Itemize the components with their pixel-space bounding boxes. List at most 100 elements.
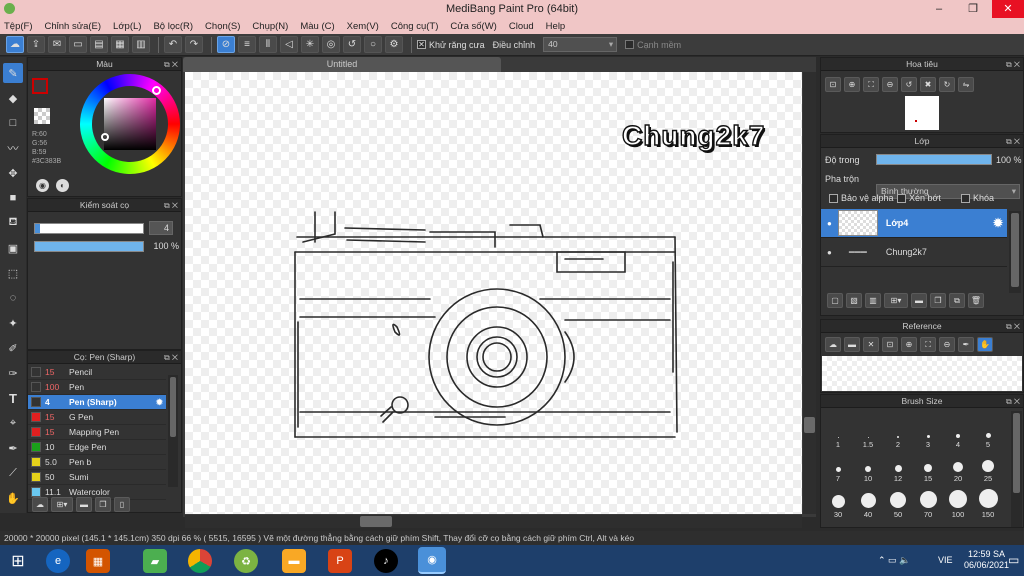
select-tool-icon[interactable]: ⬚ bbox=[3, 263, 23, 283]
select-pen-icon[interactable]: ✐ bbox=[3, 338, 23, 358]
transparent-color-swatch[interactable] bbox=[34, 108, 50, 124]
comment-icon[interactable]: ✉ bbox=[48, 36, 66, 53]
brush-cloud-icon[interactable]: ☁ bbox=[32, 497, 48, 512]
brush-size-option[interactable]: 70 bbox=[913, 483, 943, 519]
menu-tools[interactable]: Công cụ(T) bbox=[391, 21, 439, 32]
pages-icon[interactable]: ▦ bbox=[111, 36, 129, 53]
antialias-checkbox[interactable]: ✕ bbox=[417, 40, 426, 49]
panel-float-close-icon[interactable]: ⧉ ✕ bbox=[1006, 135, 1020, 148]
fill-tool-icon[interactable]: ⛾ bbox=[3, 213, 23, 233]
navigator-preview[interactable] bbox=[905, 96, 939, 130]
maximize-button[interactable]: ❐ bbox=[958, 0, 988, 18]
brush-size-option[interactable]: 7 bbox=[823, 449, 853, 483]
brush-item-sumi[interactable]: 50 Sumi bbox=[28, 470, 166, 485]
scroll-thumb[interactable] bbox=[804, 417, 815, 433]
close-button[interactable]: ✕ bbox=[992, 0, 1024, 18]
cloud-import-icon[interactable]: ☁ bbox=[825, 337, 841, 352]
reference-preview[interactable] bbox=[822, 356, 1022, 391]
rotate-left-icon[interactable]: ↺ bbox=[901, 77, 917, 92]
brush-tool-icon[interactable]: ✎ bbox=[3, 63, 23, 83]
scroll-thumb[interactable] bbox=[1011, 213, 1019, 287]
gradient-tool-icon[interactable]: ▣ bbox=[3, 238, 23, 258]
add-brush-icon[interactable]: ⊞▾ bbox=[51, 497, 73, 512]
clipping-option[interactable]: Xén bớt bbox=[897, 193, 941, 203]
shape-tool-icon[interactable]: ■ bbox=[3, 188, 23, 208]
cloud-icon[interactable]: ☁ bbox=[6, 36, 24, 53]
zoom-in-icon[interactable]: ⊕ bbox=[844, 77, 860, 92]
app-icon[interactable]: ♻ bbox=[234, 549, 258, 573]
hand-tool-icon[interactable]: ✋ bbox=[3, 488, 23, 508]
menu-file[interactable]: Tệp(F) bbox=[4, 21, 33, 32]
brush-list-scrollbar[interactable] bbox=[168, 375, 178, 487]
divide-tool-icon[interactable]: ⌖ bbox=[3, 413, 23, 433]
minimize-button[interactable]: – bbox=[924, 0, 954, 18]
brush-size-option[interactable]: 25 bbox=[973, 449, 1003, 483]
document-icon[interactable]: ▥ bbox=[132, 36, 150, 53]
brush-size-option[interactable]: 4 bbox=[943, 411, 973, 449]
panel-float-close-icon[interactable]: ⧉ ✕ bbox=[164, 199, 178, 212]
brush-item-g-pen[interactable]: 15 G Pen bbox=[28, 410, 166, 425]
menu-help[interactable]: Help bbox=[546, 21, 566, 32]
brush-size-option[interactable]: 15 bbox=[913, 449, 943, 483]
system-tray-icons[interactable]: ⌃ ▭ 🔈 bbox=[878, 555, 910, 566]
delete-brush-icon[interactable]: ▯ bbox=[114, 497, 130, 512]
hand-icon[interactable]: ✋ bbox=[977, 337, 993, 352]
scroll-thumb[interactable] bbox=[360, 516, 392, 527]
add-halftone-layer-icon[interactable]: ▧ bbox=[846, 293, 862, 308]
lock-option[interactable]: Khóa bbox=[961, 193, 994, 203]
eraser-tool-icon[interactable]: ◆ bbox=[3, 88, 23, 108]
flip-icon[interactable]: ⇋ bbox=[958, 77, 974, 92]
windows-start-icon[interactable]: ⊞ bbox=[6, 549, 30, 573]
powerpoint-icon[interactable]: P bbox=[328, 549, 352, 573]
brush-size-option[interactable]: 3 bbox=[913, 411, 943, 449]
move-tool-icon[interactable]: ✥ bbox=[3, 163, 23, 183]
rotate-right-icon[interactable]: ↻ bbox=[939, 77, 955, 92]
brush-item-pen-b[interactable]: 5.0 Pen b bbox=[28, 455, 166, 470]
medibang-taskbar-icon[interactable]: ◉ bbox=[418, 547, 446, 574]
app-stack-icon[interactable]: ▰ bbox=[143, 549, 167, 573]
saturation-value-square[interactable] bbox=[104, 98, 156, 150]
brush-item-pencil[interactable]: 15 Pencil bbox=[28, 365, 166, 380]
clock[interactable]: 12:59 SA 06/06/2021 bbox=[964, 549, 1009, 571]
drawing-canvas[interactable]: Chung2k7 bbox=[185, 72, 802, 514]
layer-settings-gear-icon[interactable]: ✹ bbox=[993, 216, 1003, 230]
layer-item[interactable]: ● Lớp4 ✹ bbox=[821, 209, 1007, 238]
brush-size-option[interactable]: 50 bbox=[883, 483, 913, 519]
radial-snap-icon[interactable]: ✳ bbox=[301, 36, 319, 53]
lock-checkbox[interactable] bbox=[961, 193, 970, 203]
scroll-thumb[interactable] bbox=[170, 377, 176, 437]
document-tab[interactable]: Untitled bbox=[183, 57, 501, 72]
brush-size-option[interactable]: 150 bbox=[973, 483, 1003, 519]
layer-opacity-slider[interactable] bbox=[876, 154, 992, 165]
internet-explorer-icon[interactable]: e bbox=[46, 549, 70, 573]
snap-settings-icon[interactable]: ⚙ bbox=[385, 36, 403, 53]
layer-folder-icon[interactable]: ▬ bbox=[911, 293, 927, 308]
zoom-fit-icon[interactable]: ⊡ bbox=[882, 337, 898, 352]
eyedropper-icon[interactable]: ✒ bbox=[958, 337, 974, 352]
brush-item-pen[interactable]: 100 Pen bbox=[28, 380, 166, 395]
notifications-icon[interactable]: ▭ bbox=[1008, 553, 1019, 567]
perspective-snap-icon[interactable]: ◁ bbox=[280, 36, 298, 53]
task-view-icon[interactable]: ▦ bbox=[86, 549, 110, 573]
copy-brush-icon[interactable]: ❐ bbox=[95, 497, 111, 512]
add-1bit-layer-icon[interactable]: ▥ bbox=[865, 293, 881, 308]
menu-color[interactable]: Màu (C) bbox=[300, 21, 334, 32]
scroll-thumb[interactable] bbox=[1013, 413, 1020, 493]
brush-size-option[interactable]: 10 bbox=[853, 449, 883, 483]
merge-layer-icon[interactable]: ⧉ bbox=[949, 293, 965, 308]
brush-item-edge-pen[interactable]: 10 Edge Pen bbox=[28, 440, 166, 455]
hue-ring[interactable] bbox=[80, 74, 180, 174]
chrome-icon[interactable] bbox=[188, 549, 212, 573]
panel-float-close-icon[interactable]: ⧉ ✕ bbox=[1006, 320, 1020, 333]
eye-icon[interactable]: ● bbox=[827, 248, 832, 257]
menu-filter[interactable]: Bộ lọc(R) bbox=[153, 21, 193, 32]
layer-list-scrollbar[interactable] bbox=[1009, 211, 1021, 293]
circle-snap-icon[interactable]: ○ bbox=[364, 36, 382, 53]
duplicate-layer-icon[interactable]: ❐ bbox=[930, 293, 946, 308]
magic-wand-icon[interactable]: ✦ bbox=[3, 313, 23, 333]
zoom-out-icon[interactable]: ⊖ bbox=[882, 77, 898, 92]
soft-edge-checkbox[interactable] bbox=[625, 40, 635, 49]
correction-select[interactable]: 40 bbox=[543, 37, 618, 52]
zoom-actual-icon[interactable]: ⛶ bbox=[863, 77, 879, 92]
zoom-fit-icon[interactable]: ⊡ bbox=[825, 77, 841, 92]
